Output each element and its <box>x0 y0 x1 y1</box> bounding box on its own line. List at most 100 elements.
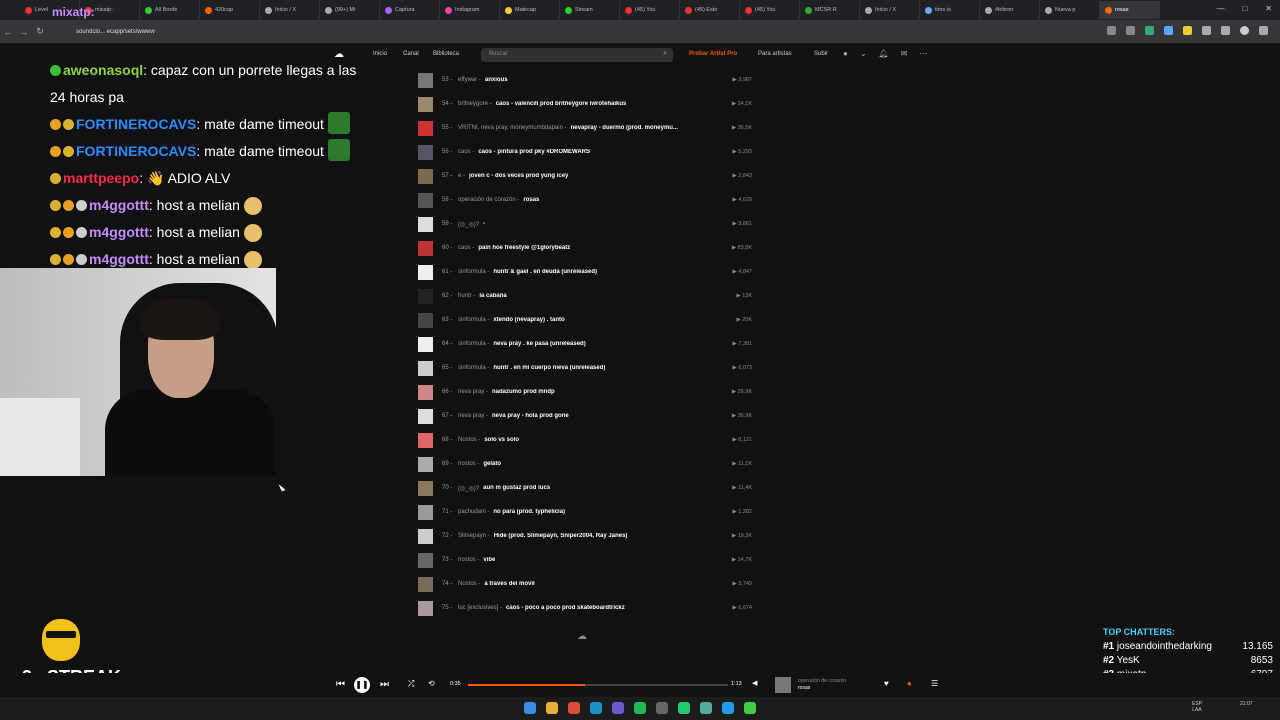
browser-tab[interactable]: (45) You <box>740 1 800 19</box>
track-title[interactable]: gelato <box>483 461 501 467</box>
track-artist[interactable]: britneygore - <box>458 101 492 107</box>
chat-username[interactable]: aweonasoql <box>63 62 143 78</box>
chat-username[interactable]: marttpeepo <box>63 170 139 186</box>
track-artwork[interactable] <box>418 432 433 448</box>
track-artist[interactable]: sinformula - <box>458 269 489 275</box>
extension-icon[interactable] <box>1145 26 1154 35</box>
app-icon[interactable] <box>612 702 624 714</box>
track-row[interactable]: 66 - neva pray - nadazumo prod mndp ▶ 26,9K <box>418 380 758 404</box>
minimize-icon[interactable]: — <box>1216 4 1224 13</box>
maximize-icon[interactable]: □ <box>1242 4 1247 13</box>
track-row[interactable]: 57 - e - joven c - dos veces prod yung ice… <box>418 164 758 188</box>
track-artwork[interactable] <box>418 96 433 112</box>
chat-username[interactable]: m4ggottt <box>89 251 149 267</box>
track-artist[interactable]: huntr - <box>458 293 475 299</box>
track-row[interactable]: 53 - effywar - anxious ▶ 3,987 <box>418 68 758 92</box>
browser-tab[interactable]: Stream <box>560 1 620 19</box>
app-icon[interactable] <box>678 702 690 714</box>
track-title[interactable]: caos - poco a poco prod skateboardtrickz <box>506 605 625 611</box>
chat-username[interactable]: FORTINEROCAVS <box>76 116 196 132</box>
browser-tab[interactable]: Nueva p <box>1040 1 1100 19</box>
track-row[interactable]: 69 - nostos - gelato ▶ 11,1K <box>418 452 758 476</box>
browser-tab[interactable]: time is <box>920 1 980 19</box>
for-artists-link[interactable]: Para artistas <box>758 51 792 57</box>
track-artwork[interactable] <box>418 264 433 280</box>
track-title[interactable]: solo vs solo <box>484 437 519 443</box>
track-artist[interactable]: nostos - <box>458 461 479 467</box>
track-title[interactable]: caos - valencili prod britneygore iwrote… <box>496 101 627 107</box>
track-artwork[interactable] <box>418 192 433 208</box>
track-artist[interactable]: effywar - <box>458 77 481 83</box>
telegram-icon[interactable] <box>722 702 734 714</box>
track-artist[interactable]: nostos - <box>458 557 479 563</box>
file-explorer-icon[interactable] <box>546 702 558 714</box>
track-artist[interactable]: Nostos - <box>458 581 480 587</box>
track-artwork[interactable] <box>418 528 433 544</box>
track-title[interactable]: Hide (prod. Slimepayn, Sniper2004, Ray J… <box>494 533 628 539</box>
track-title[interactable]: nevapray - duermo (prod. moneymu... <box>571 125 678 131</box>
track-row[interactable]: 70 - (◎_◎)? aun m gustaz prod lucs ▶ 11,4K <box>418 476 758 500</box>
track-title[interactable]: anxious <box>485 77 508 83</box>
track-artwork[interactable] <box>418 360 433 376</box>
browser-tab[interactable]: (45) You <box>620 1 680 19</box>
track-row[interactable]: 55 - VRITNI, neva pray, moneymumbdapain -… <box>418 116 758 140</box>
track-artist[interactable]: e - <box>458 173 465 179</box>
browser-tab[interactable]: (45) Esto <box>680 1 740 19</box>
track-title[interactable]: no para (prod. typhelicia) <box>493 509 565 515</box>
track-row[interactable]: 56 - caos - caos - pintura prod pky #DROME… <box>418 140 758 164</box>
track-row[interactable]: 62 - huntr - la cabaña ▶ 13K <box>418 284 758 308</box>
track-artwork[interactable] <box>418 408 433 424</box>
language-indicator[interactable]: ESP LAA <box>1192 701 1202 713</box>
track-artwork[interactable] <box>418 384 433 400</box>
track-artwork[interactable] <box>418 168 433 184</box>
browser-tab[interactable]: #lebron <box>980 1 1040 19</box>
track-row[interactable]: 64 - sinformula - neva pray . ke pasa (unr… <box>418 332 758 356</box>
track-artwork[interactable] <box>418 456 433 472</box>
track-title[interactable]: aun m gustaz prod lucs <box>483 485 550 491</box>
track-artist[interactable]: operación de corazón - <box>458 197 519 203</box>
track-artwork[interactable] <box>418 312 433 328</box>
extension-icon[interactable] <box>1183 26 1192 35</box>
volume-icon[interactable]: ◀ <box>752 679 757 687</box>
notifications-icon[interactable]: 🔔︎ <box>879 49 889 58</box>
app-icon[interactable] <box>744 702 756 714</box>
track-artwork[interactable] <box>418 504 433 520</box>
track-artist[interactable]: caos - <box>458 149 474 155</box>
now-playing-title[interactable]: rosas <box>798 685 810 691</box>
track-artist[interactable]: Nostos - <box>458 437 480 443</box>
track-title[interactable]: - <box>483 221 485 227</box>
track-artist[interactable]: (◎_◎)? <box>458 485 479 492</box>
back-icon[interactable]: ← <box>0 27 16 37</box>
track-row[interactable]: 75 - luc [exclusives] - caos - poco a poco… <box>418 596 758 620</box>
track-artwork[interactable] <box>418 120 433 136</box>
browser-tab[interactable]: rosas <box>1100 1 1160 19</box>
start-icon[interactable] <box>524 702 536 714</box>
queue-icon[interactable]: ☰ <box>931 679 938 688</box>
track-artist[interactable]: luc [exclusives] - <box>458 605 502 611</box>
close-icon[interactable]: ✕ <box>1265 4 1272 13</box>
forward-icon[interactable]: → <box>16 27 32 37</box>
obs-icon[interactable] <box>656 702 668 714</box>
messages-icon[interactable]: ✉︎ <box>901 49 908 58</box>
track-artist[interactable]: pachudani - <box>458 509 489 515</box>
track-artwork[interactable] <box>418 240 433 256</box>
url-field[interactable]: soundclo... ecapp/sets/wwww <box>76 29 155 35</box>
like-icon[interactable]: ♥ <box>884 679 889 688</box>
browser-tab[interactable]: Inicio / X <box>260 1 320 19</box>
track-artist[interactable]: sinformula - <box>458 341 489 347</box>
edge-icon[interactable] <box>590 702 602 714</box>
now-playing-artwork[interactable] <box>775 677 791 693</box>
browser-tab[interactable]: MCSR R <box>800 1 860 19</box>
upload-link[interactable]: Subir <box>814 51 828 57</box>
track-title[interactable]: huntr & gael . en deuda (unreleased) <box>493 269 597 275</box>
track-row[interactable]: 60 - caos - pain hoe freestyle @1glorybeat… <box>418 236 758 260</box>
track-artist[interactable]: Slimepayn - <box>458 533 490 539</box>
browser-tab[interactable]: Inicio / X <box>860 1 920 19</box>
search-icon[interactable]: ⌕ <box>663 50 667 58</box>
nav-biblioteca[interactable]: Biblioteca <box>433 51 459 57</box>
chat-username[interactable]: m4ggottt <box>89 197 149 213</box>
track-artist[interactable]: sinformula - <box>458 317 489 323</box>
avatar[interactable]: ● <box>843 49 848 58</box>
track-title[interactable]: pain hoe freestyle @1glorybeatz <box>478 245 570 251</box>
track-row[interactable]: 72 - Slimepayn - Hide (prod. Slimepayn, Sn… <box>418 524 758 548</box>
